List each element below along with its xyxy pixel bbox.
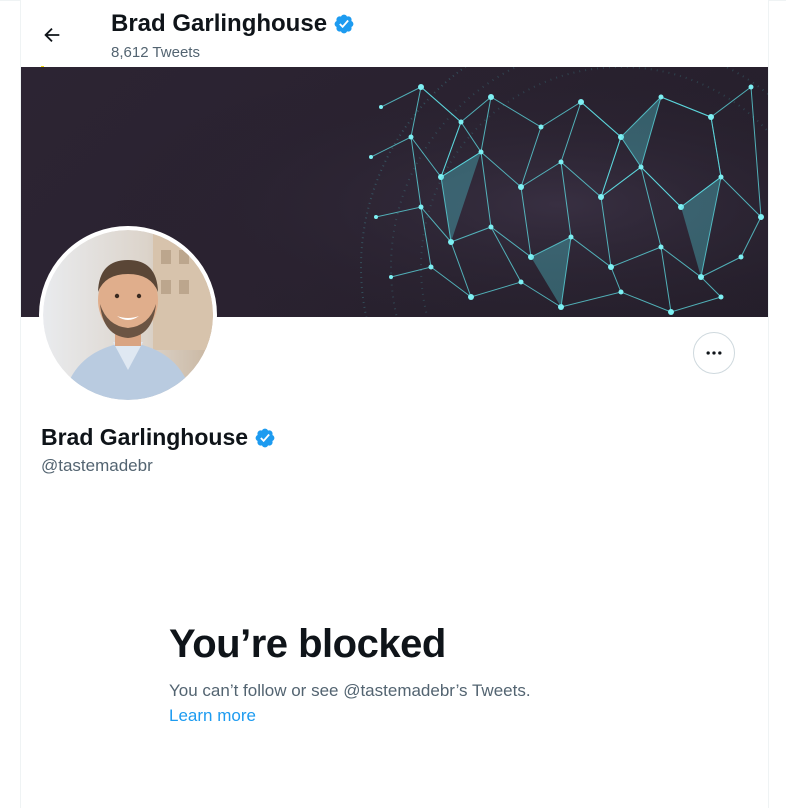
verified-badge-icon	[255, 428, 275, 447]
back-button[interactable]	[35, 18, 69, 52]
tweet-count: 8,612 Tweets	[111, 44, 200, 61]
avatar[interactable]	[39, 226, 217, 404]
learn-more-link[interactable]: Learn more	[169, 706, 256, 726]
header-name: Brad Garlinghouse	[111, 10, 328, 37]
verified-badge-icon	[334, 14, 354, 34]
profile-name: Brad Garlinghouse	[41, 424, 276, 451]
blocked-title: You’re blocked	[169, 622, 446, 666]
blocked-message: You can’t follow or see @tastemadebr’s T…	[169, 681, 531, 700]
profile-column: Brad Garlinghouse 8,612 Tweets Brad Garl…	[20, 0, 769, 808]
profile-photo	[43, 230, 213, 400]
more-options-icon	[706, 351, 722, 355]
arrow-left-icon	[44, 27, 60, 43]
header-title: Brad Garlinghouse	[111, 10, 355, 38]
profile-header: Brad Garlinghouse 8,612 Tweets	[21, 0, 768, 66]
profile-display-name: Brad Garlinghouse	[41, 424, 249, 450]
more-options-button[interactable]	[693, 332, 735, 374]
profile-handle: @tastemadebr	[41, 456, 153, 475]
